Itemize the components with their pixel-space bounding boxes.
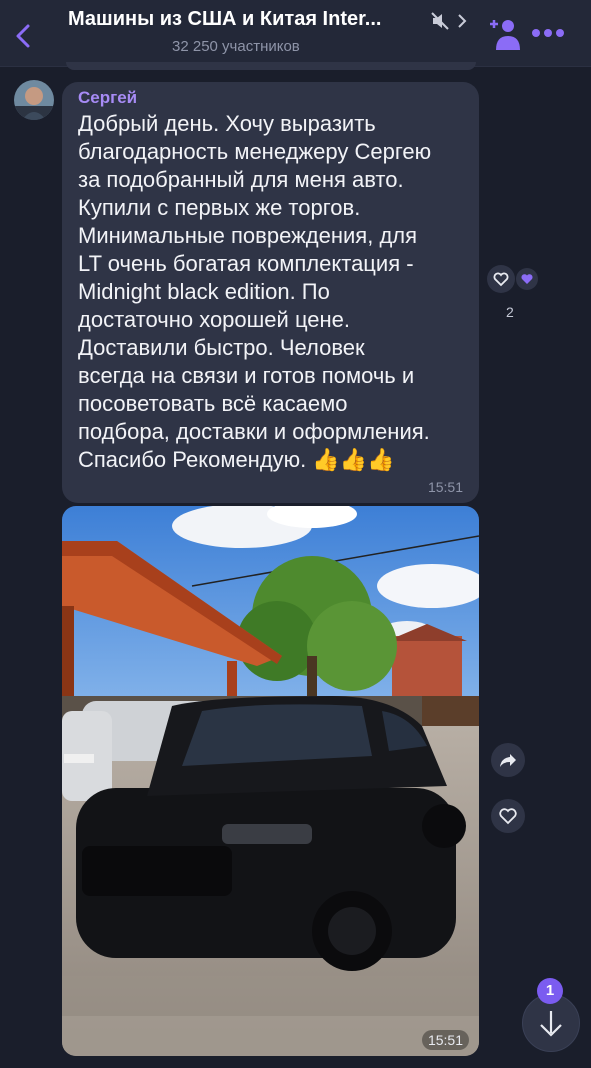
member-count: 32 250 участников	[172, 38, 300, 55]
chat-title[interactable]: Машины из США и Китая Inter...	[68, 8, 428, 31]
chevron-right-icon	[458, 14, 467, 28]
share-arrow-icon	[500, 754, 516, 767]
previous-message-edge	[66, 62, 476, 70]
photo-time: 15:51	[421, 1030, 469, 1050]
heart-icon	[499, 808, 517, 825]
message-text: Добрый день. Хочу выразить благодарность…	[78, 111, 432, 472]
heart-reaction-icon	[487, 265, 538, 293]
back-button[interactable]	[10, 18, 40, 54]
add-member-icon	[490, 20, 520, 50]
avatar[interactable]	[14, 80, 54, 120]
photo-message[interactable]: 15:51	[62, 506, 479, 1056]
message-time: 15:51	[427, 479, 463, 495]
muted-speaker-icon	[431, 12, 449, 30]
add-member-button[interactable]	[486, 16, 522, 52]
like-button[interactable]	[491, 799, 525, 833]
more-dots-icon	[532, 29, 564, 37]
reaction-button[interactable]	[486, 264, 542, 294]
reaction-count: 2	[506, 304, 514, 320]
chevron-left-icon	[16, 24, 30, 48]
message-bubble[interactable]: Сергей Добрый день. Хочу выразить благод…	[62, 82, 479, 503]
share-button[interactable]	[491, 743, 525, 777]
chat-header: Машины из США и Китая Inter... 32 250 уч…	[0, 0, 591, 67]
more-button[interactable]	[530, 26, 566, 40]
unread-badge: 1	[537, 978, 563, 1004]
user-avatar-image	[14, 80, 54, 120]
sender-name[interactable]: Сергей	[78, 88, 137, 108]
car-photo	[62, 506, 479, 1056]
